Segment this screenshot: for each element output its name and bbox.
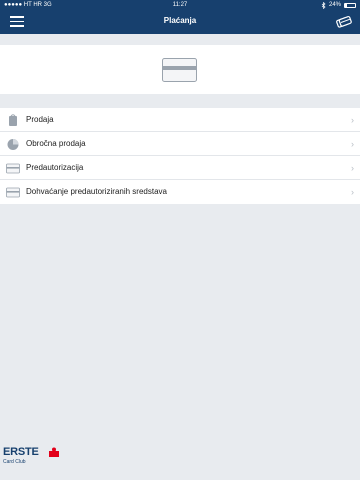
battery-icon <box>344 2 356 8</box>
page-title: Plaćanja <box>163 16 197 25</box>
bag-icon <box>9 114 17 126</box>
menu-item-label: Prodaja <box>26 115 54 124</box>
card-panel <box>0 45 360 94</box>
battery-percent: 24% <box>328 2 341 8</box>
status-right: 24% <box>321 0 356 10</box>
card-icon <box>162 58 197 82</box>
logo-subtitle: Card Club <box>3 459 26 465</box>
menu-item-predautorizacija[interactable]: Predautorizacija › <box>0 156 360 180</box>
nav-bar: Plaćanja <box>0 10 360 34</box>
cards-icon[interactable] <box>336 15 352 29</box>
pie-icon <box>7 139 19 150</box>
card-icon <box>6 187 20 198</box>
clock: 11:27 <box>172 2 188 8</box>
chevron-right-icon: › <box>351 139 354 149</box>
chevron-right-icon: › <box>351 187 354 197</box>
chevron-right-icon: › <box>351 115 354 125</box>
status-bar: ●●●●● HT HR 3G 11:27 24% <box>0 0 360 10</box>
menu-item-label: Predautorizacija <box>26 163 84 172</box>
chevron-right-icon: › <box>351 163 354 173</box>
card-icon <box>6 163 20 174</box>
menu-item-prodaja[interactable]: Prodaja › <box>0 108 360 132</box>
menu-item-label: Obročna prodaja <box>26 139 86 148</box>
menu-item-label: Dohvaćanje predautoriziranih sredstava <box>26 187 167 196</box>
payment-menu: Prodaja › Obročna prodaja › Predautoriza… <box>0 108 360 204</box>
erste-card-club-logo: ERSTE Card Club <box>3 446 63 474</box>
erste-s-mark-icon <box>49 447 59 457</box>
bluetooth-icon <box>321 1 326 9</box>
menu-item-dohvacanje[interactable]: Dohvaćanje predautoriziranih sredstava › <box>0 180 360 204</box>
menu-item-obrocna-prodaja[interactable]: Obročna prodaja › <box>0 132 360 156</box>
